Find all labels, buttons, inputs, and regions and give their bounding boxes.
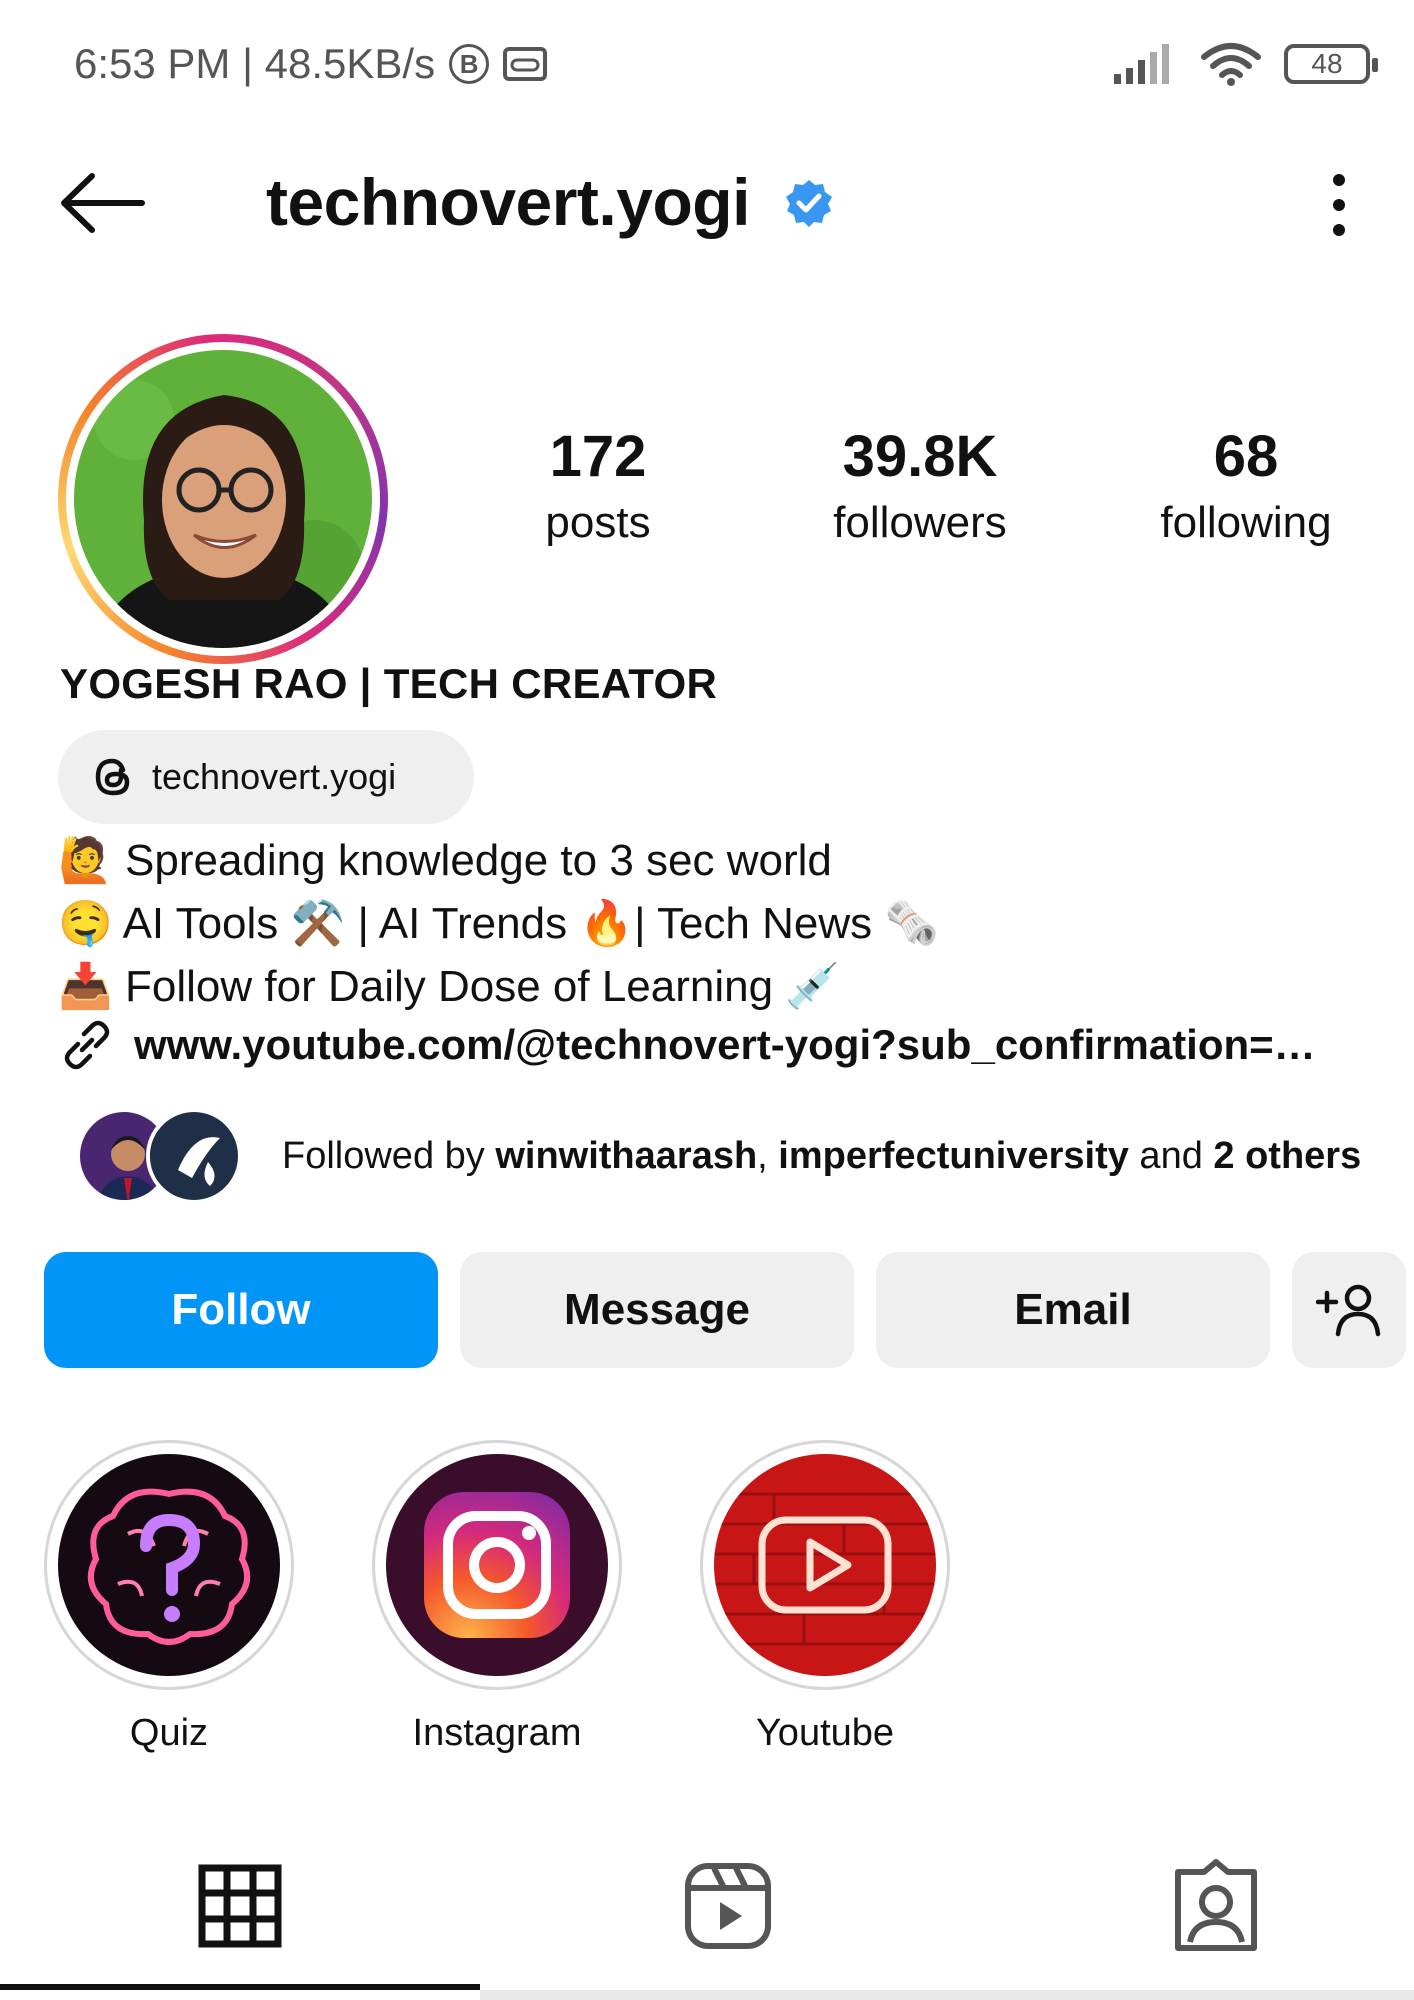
highlight-label-youtube: Youtube: [755, 1712, 895, 1754]
message-button[interactable]: Message: [460, 1252, 854, 1368]
signal-icon: [1114, 44, 1169, 84]
grid-posts-tab-icon[interactable]: [190, 1856, 290, 1956]
more-options-icon[interactable]: [1316, 170, 1362, 240]
bio-line-2: 🤤 AI Tools ⚒️ | AI Trends 🔥| Tech News 🗞…: [58, 899, 940, 948]
profile-username: technovert.yogi: [266, 165, 750, 239]
mutual-user-1[interactable]: winwithaarash: [495, 1135, 757, 1177]
link-text: www.youtube.com/@technovert-yogi?sub_con…: [134, 1021, 1316, 1068]
bio-external-link[interactable]: www.youtube.com/@technovert-yogi?sub_con…: [58, 1016, 1316, 1074]
battery-level: 48: [1311, 48, 1343, 79]
highlight-label-quiz: Quiz: [129, 1712, 209, 1754]
threads-handle: technovert.yogi: [152, 756, 397, 797]
battery-indicator: 48: [1284, 44, 1378, 84]
mutual-follower-avatar-2: [146, 1108, 242, 1204]
email-button[interactable]: Email: [876, 1252, 1270, 1368]
instagram-logo-icon: [386, 1454, 608, 1676]
bio-line-3: 📥 Follow for Daily Dose of Learning 💉: [58, 962, 841, 1011]
brain-question-icon: [58, 1454, 280, 1676]
status-bar-left: 6:53 PM | 48.5KB/s B: [74, 36, 548, 92]
threads-badge-button[interactable]: technovert.yogi: [58, 730, 474, 824]
stat-followers[interactable]: 39.8K followers: [790, 428, 1050, 548]
followed-by-text: Followed by winwithaarash, imperfectuniv…: [282, 1134, 1362, 1177]
profile-avatar-story-ring[interactable]: [58, 334, 388, 664]
add-person-icon: [1316, 1284, 1381, 1337]
suggested-users-button[interactable]: [1292, 1252, 1406, 1368]
following-count: 68: [1213, 424, 1279, 489]
reels-tab-icon[interactable]: [678, 1856, 778, 1956]
mutual-user-2[interactable]: imperfectuniversity: [778, 1135, 1129, 1177]
status-bar-right: 48: [1112, 36, 1378, 92]
follow-button[interactable]: Follow: [44, 1252, 438, 1368]
followers-count: 39.8K: [842, 424, 998, 489]
mutual-followers-row[interactable]: Followed by winwithaarash, imperfectuniv…: [76, 1106, 1361, 1206]
vr-headset-icon: [503, 47, 548, 81]
posts-grid-preview: [480, 1990, 1414, 2000]
highlight-label-instagram: Instagram: [412, 1712, 582, 1754]
highlight-quiz[interactable]: Quiz: [44, 1440, 294, 1755]
highlight-youtube[interactable]: Youtube: [700, 1440, 950, 1755]
tagged-tab-icon[interactable]: [1166, 1856, 1266, 1956]
verified-badge-icon: [786, 180, 832, 227]
active-tab-indicator: [0, 1984, 480, 1990]
following-label: following: [1160, 498, 1332, 547]
profile-full-name: YOGESH RAO | TECH CREATOR: [60, 660, 718, 707]
bio-line-1: 🙋 Spreading knowledge to 3 sec world: [58, 836, 832, 885]
link-icon: [64, 1020, 110, 1070]
wifi-icon: [1201, 43, 1261, 86]
posts-count: 172: [549, 424, 647, 489]
stat-posts[interactable]: 172 posts: [468, 428, 728, 548]
avatar: [74, 350, 372, 648]
mutual-others[interactable]: 2 others: [1213, 1135, 1361, 1177]
b-badge-icon: B: [449, 44, 490, 84]
status-time-speed: 6:53 PM | 48.5KB/s: [74, 40, 436, 87]
stat-following[interactable]: 68 following: [1116, 428, 1376, 548]
threads-icon: [95, 758, 130, 796]
posts-label: posts: [545, 498, 651, 547]
highlight-instagram[interactable]: Instagram: [372, 1440, 622, 1755]
youtube-logo-icon: [714, 1454, 936, 1676]
back-arrow-icon[interactable]: [58, 168, 148, 238]
followers-label: followers: [833, 498, 1007, 547]
